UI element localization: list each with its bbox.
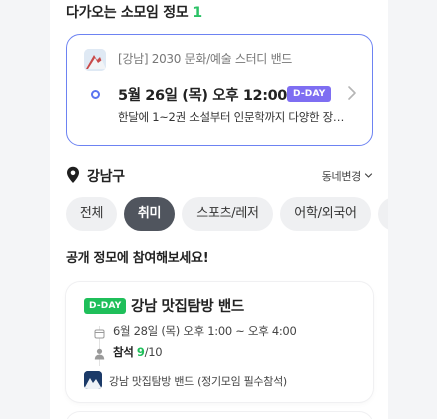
public-meetings-title: 공개 정모에 참여해보세요! [66, 251, 209, 266]
upcoming-title-text: 다가오는 소모임 정모 [66, 5, 189, 21]
meeting-card[interactable]: D-DAY 강남 맛집탐방 밴드 6월 28일 (목) 오후 1:00 ~ 오후… [66, 282, 373, 402]
category-chip-hobby[interactable]: 취미 [124, 197, 175, 231]
chevron-down-icon [364, 170, 373, 183]
meeting-title: 강남 맛집탐방 밴드 [131, 299, 244, 315]
location-pin-icon [66, 166, 80, 184]
next-meeting-card[interactable] [66, 412, 373, 419]
change-location-label: 동네변경 [321, 170, 362, 183]
dday-badge: D-DAY [84, 298, 127, 314]
person-icon [94, 345, 105, 360]
category-chips: 전체 취미 스포츠/레저 어학/외국어 [66, 197, 388, 233]
upcoming-count: 1 [192, 5, 202, 21]
attendance-current: 9 [136, 345, 145, 359]
band-thumbnail [84, 49, 106, 71]
location-row: 강남구 동네변경 [66, 164, 373, 188]
meeting-date: 6월 28일 (목) 오후 1:00 ~ 오후 4:00 [113, 324, 297, 338]
category-chip-language[interactable]: 어학/외국어 [280, 197, 371, 231]
category-chip-sports[interactable]: 스포츠/레저 [182, 197, 273, 231]
attendance: 참석 9/10 [113, 344, 163, 360]
band-name: [강남] 2030 문화/예술 스터디 밴드 [118, 52, 293, 66]
category-chip-more[interactable] [378, 197, 388, 231]
change-location-button[interactable]: 동네변경 [322, 168, 373, 184]
upcoming-meeting-card[interactable]: [강남] 2030 문화/예술 스터디 밴드 5월 26일 (목) 오후 12:… [66, 34, 373, 146]
category-chip-all[interactable]: 전체 [66, 197, 117, 231]
location-name: 강남구 [87, 169, 125, 185]
chevron-right-icon[interactable] [344, 83, 360, 103]
dday-badge: D-DAY [287, 86, 332, 102]
attendance-label: 참석 [113, 345, 134, 359]
meeting-datetime: 5월 26일 (목) 오후 12:00 - [118, 88, 298, 104]
meeting-description: 한달에 1~2권 소설부터 인문학까지 다양한 장르를 읽어요 [118, 110, 348, 124]
band-label: 강남 맛집탐방 밴드 (정기모임 필수참석) [109, 375, 287, 388]
band-logo-icon [84, 371, 102, 389]
upcoming-section-title: 다가오는 소모임 정모 1 [66, 2, 202, 22]
timeline-dot-icon [91, 90, 100, 99]
attendance-total: /10 [144, 345, 163, 359]
calendar-icon [94, 324, 105, 339]
